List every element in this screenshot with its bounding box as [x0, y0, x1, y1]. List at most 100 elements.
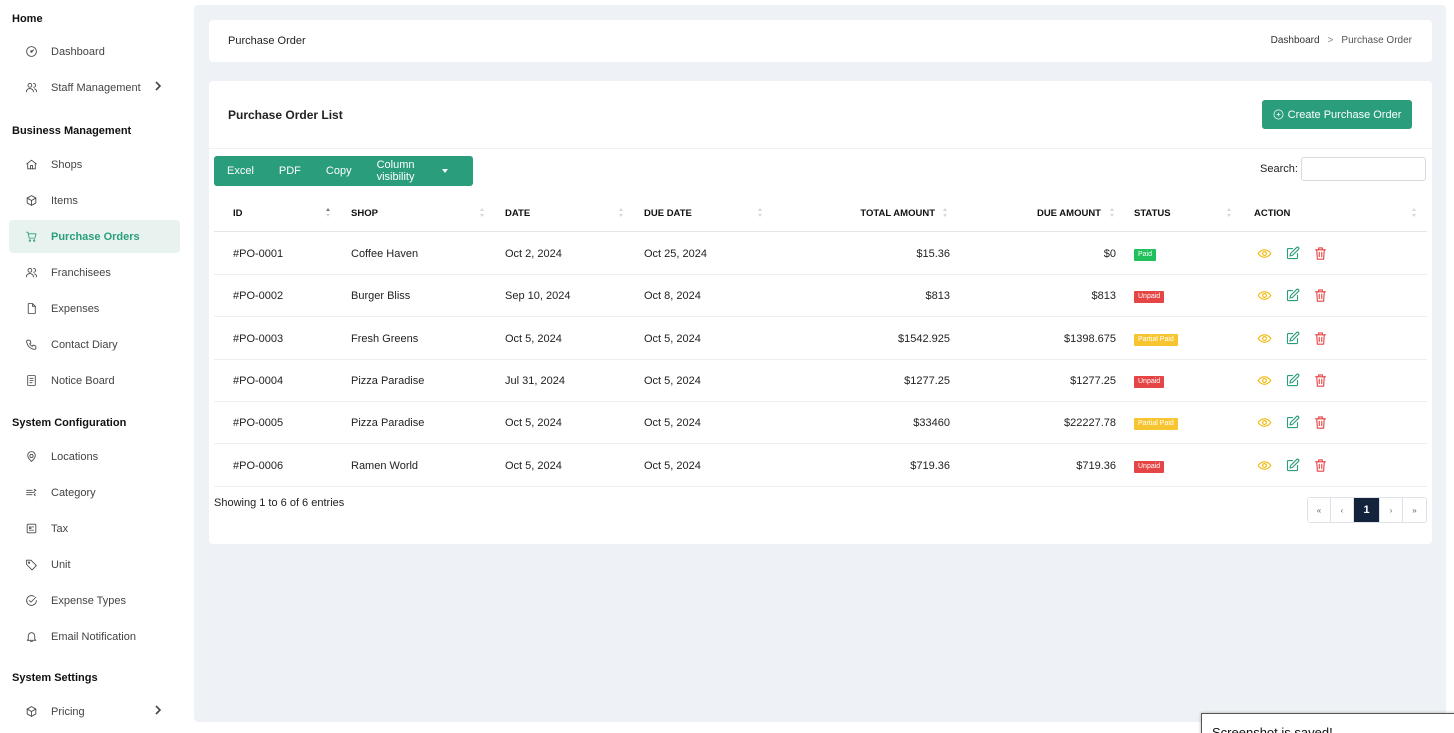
sidebar-item-notice-board[interactable]: Notice Board [9, 364, 180, 397]
view-eye-icon[interactable] [1257, 288, 1273, 304]
sort-icon[interactable] [1412, 208, 1418, 220]
card-divider [209, 148, 1432, 149]
sidebar-item-locations[interactable]: Locations [9, 440, 180, 473]
sidebar-item-pricing[interactable]: Pricing [9, 695, 180, 728]
cell-due-amount: $719.36 [1076, 459, 1116, 472]
cell-date: Oct 5, 2024 [505, 417, 562, 430]
breadcrumb-current: Purchase Order [1341, 35, 1412, 46]
column-header-id[interactable]: ID [233, 208, 243, 219]
cell-due-amount: $1398.675 [1064, 332, 1116, 345]
edit-icon[interactable] [1285, 373, 1301, 389]
sidebar-item-tax[interactable]: Tax [9, 512, 180, 545]
edit-icon[interactable] [1285, 415, 1301, 431]
column-header-shop[interactable]: SHOP [351, 208, 378, 219]
column-header-date[interactable]: DATE [505, 208, 530, 219]
edit-icon[interactable] [1285, 246, 1301, 262]
sidebar-item-category[interactable]: Category [9, 476, 180, 509]
sidebar-item-label: Pricing [51, 705, 85, 718]
edit-icon[interactable] [1285, 331, 1301, 347]
sidebar-item-staff-management[interactable]: Staff Management [9, 71, 180, 104]
cell-due-date: Oct 5, 2024 [644, 332, 701, 345]
cell-total-amount: $33460 [913, 417, 950, 430]
view-eye-icon[interactable] [1257, 246, 1273, 262]
cell-id: #PO-0006 [233, 459, 284, 472]
sidebar-item-items[interactable]: Items [9, 184, 180, 217]
sort-icon[interactable] [480, 208, 486, 220]
delete-trash-icon[interactable] [1313, 458, 1329, 474]
sort-icon[interactable] [758, 208, 764, 220]
view-eye-icon[interactable] [1257, 331, 1273, 347]
cell-shop: Coffee Haven [351, 248, 419, 260]
column-header-due-amount[interactable]: DUE AMOUNT [1037, 208, 1101, 219]
status-badge: Partial Paid [1134, 418, 1178, 431]
cell-due-date: Oct 5, 2024 [644, 459, 701, 472]
tag-icon [24, 558, 38, 572]
sidebar-item-franchisees[interactable]: Franchisees [9, 256, 180, 289]
delete-trash-icon[interactable] [1313, 373, 1329, 389]
bell-icon [24, 630, 38, 644]
cell-total-amount: $1277.25 [904, 374, 950, 387]
column-header-action[interactable]: ACTION [1254, 208, 1290, 219]
cell-id: #PO-0005 [233, 417, 284, 430]
screenshot-toast: Screenshot is saved! [1201, 713, 1454, 733]
edit-icon[interactable] [1285, 458, 1301, 474]
sidebar-item-unit[interactable]: Unit [9, 548, 180, 581]
delete-trash-icon[interactable] [1313, 415, 1329, 431]
purchase-order-card: Purchase Order List Create Purchase Orde… [209, 81, 1432, 544]
sidebar-item-expense-types[interactable]: Expense Types [9, 584, 180, 617]
file-icon [24, 302, 38, 316]
phone-icon [24, 338, 38, 352]
last-page-button[interactable]: » [1403, 498, 1426, 522]
column-header-due-date[interactable]: DUE DATE [644, 208, 692, 219]
cell-due-amount: $22227.78 [1064, 417, 1116, 430]
next-page-button[interactable]: › [1380, 498, 1403, 522]
copy-button[interactable]: Copy [326, 165, 352, 177]
sidebar-item-label: Unit [51, 558, 71, 571]
excel-button[interactable]: Excel [227, 165, 254, 177]
cell-total-amount: $813 [925, 290, 950, 303]
cell-due-date: Oct 5, 2024 [644, 374, 701, 387]
delete-trash-icon[interactable] [1313, 331, 1329, 347]
sidebar-item-label: Notice Board [51, 374, 115, 387]
sidebar-item-expenses[interactable]: Expenses [9, 292, 180, 325]
column-header-total-amount[interactable]: TOTAL AMOUNT [860, 208, 935, 219]
sidebar-item-shops[interactable]: Shops [9, 148, 180, 181]
create-purchase-order-button[interactable]: Create Purchase Order [1262, 100, 1412, 129]
sidebar-item-email-notification[interactable]: Email Notification [9, 620, 180, 653]
sidebar-item-purchase-orders[interactable]: Purchase Orders [9, 220, 180, 253]
delete-trash-icon[interactable] [1313, 288, 1329, 304]
cell-date: Oct 2, 2024 [505, 248, 562, 260]
view-eye-icon[interactable] [1257, 415, 1273, 431]
page-1-button[interactable]: 1 [1354, 498, 1380, 522]
status-badge: Unpaid [1134, 291, 1165, 304]
view-eye-icon[interactable] [1257, 373, 1273, 389]
sidebar-section-title: System Settings [12, 672, 98, 684]
notice-icon [24, 374, 38, 388]
first-page-button[interactable]: « [1308, 498, 1331, 522]
status-badge: Unpaid [1134, 375, 1165, 388]
card-title: Purchase Order List [228, 108, 343, 122]
column-header-status[interactable]: STATUS [1134, 208, 1171, 219]
pdf-button[interactable]: PDF [279, 165, 301, 177]
view-eye-icon[interactable] [1257, 458, 1273, 474]
prev-page-button[interactable]: ‹ [1331, 498, 1354, 522]
sort-icon[interactable] [943, 208, 949, 220]
cell-shop: Pizza Paradise [351, 417, 425, 430]
sort-icon[interactable] [326, 208, 332, 220]
cell-total-amount: $1542.925 [898, 332, 950, 345]
column-visibility-button[interactable]: Column visibility [377, 159, 448, 183]
edit-icon[interactable] [1285, 288, 1301, 304]
status-badge: Paid [1134, 249, 1157, 261]
sidebar-item-dashboard[interactable]: Dashboard [9, 35, 180, 68]
breadcrumb-dashboard-link[interactable]: Dashboard [1271, 35, 1320, 46]
cell-date: Jul 31, 2024 [505, 374, 565, 387]
sidebar-item-contact-diary[interactable]: Contact Diary [9, 328, 180, 361]
page-title: Purchase Order [228, 35, 306, 47]
cell-due-date: Oct 25, 2024 [644, 248, 707, 260]
search-input[interactable] [1301, 157, 1426, 181]
cell-shop: Ramen World [351, 459, 419, 472]
sort-icon[interactable] [1227, 208, 1233, 220]
sort-icon[interactable] [1110, 208, 1116, 220]
sort-icon[interactable] [619, 208, 625, 220]
delete-trash-icon[interactable] [1313, 246, 1329, 262]
